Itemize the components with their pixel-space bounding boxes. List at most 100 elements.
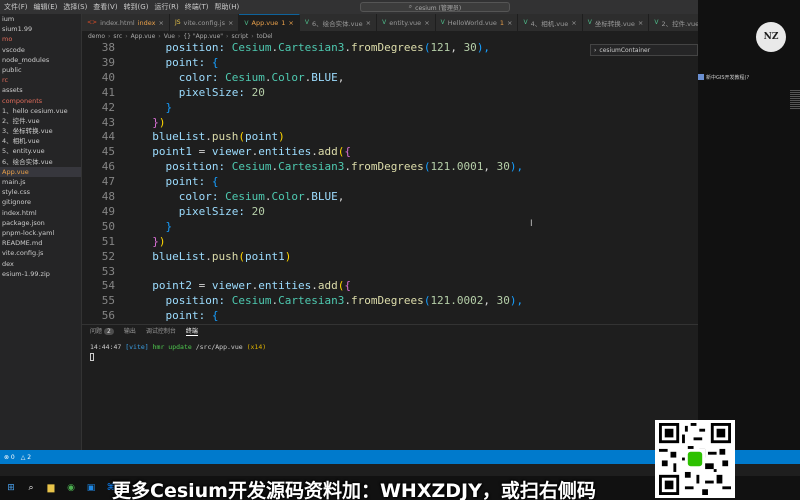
breadcrumb-item[interactable]: src: [113, 33, 122, 40]
tab[interactable]: V HelloWorld.vue 1 ×: [435, 14, 519, 31]
qr-code-image: [659, 423, 731, 495]
explorer-sidebar: ium sium1.99 mo vscode node_modules public rc a…: [0, 14, 82, 450]
close-icon[interactable]: ×: [159, 19, 164, 27]
search-icon[interactable]: ⌕: [24, 481, 38, 495]
close-icon[interactable]: ×: [507, 19, 512, 27]
panel-tab-label: 调试控制台: [145, 328, 176, 335]
close-icon[interactable]: ×: [228, 19, 233, 27]
menu-item[interactable]: 文件(F): [4, 2, 28, 12]
menu-item[interactable]: 帮助(H): [215, 2, 240, 12]
sidebar-item[interactable]: components: [0, 96, 81, 106]
sidebar-item[interactable]: 1、hello cesium.vue: [0, 106, 81, 116]
breadcrumb-item[interactable]: Vue: [164, 33, 175, 40]
command-search[interactable]: ⌕ cesium (管理员): [360, 2, 510, 12]
code-token: Cartesian3: [278, 41, 345, 54]
sidebar-item[interactable]: sium1.99: [0, 24, 81, 34]
code-token: }: [139, 100, 173, 114]
sidebar-item[interactable]: main.js: [0, 177, 81, 187]
code-token: ): [158, 234, 166, 248]
sidebar-item[interactable]: index.html: [0, 208, 81, 218]
sidebar-item[interactable]: 4、相机.vue: [0, 136, 81, 146]
tab[interactable]: V App.vue 1 ×: [239, 14, 300, 31]
sidebar-item[interactable]: README.md: [0, 238, 81, 248]
tab[interactable]: JS vite.config.js ×: [169, 14, 240, 31]
code-line: 51 }): [82, 235, 698, 250]
sidebar-item[interactable]: App.vue: [0, 166, 81, 177]
panel-tab[interactable]: 问题 2: [90, 326, 114, 335]
sidebar-item[interactable]: 2、控件.vue: [0, 116, 81, 126]
menu-item[interactable]: 查看(V): [93, 2, 117, 12]
chevron-right-icon[interactable]: ›: [594, 47, 596, 54]
sidebar-item[interactable]: public: [0, 65, 81, 75]
tab[interactable]: Ventity.vue ×: [377, 14, 436, 31]
tab-label: entity.vue: [389, 18, 422, 27]
code-token: Cesium: [225, 70, 265, 84]
tab[interactable]: V 坐标转换.vue ×: [582, 14, 650, 31]
sidebar-item[interactable]: vscode: [0, 45, 81, 55]
sidebar-item[interactable]: pnpm-lock.yaml: [0, 228, 81, 238]
sidebar-item[interactable]: dex: [0, 259, 81, 269]
sidebar-item[interactable]: node_modules: [0, 55, 81, 65]
terminal[interactable]: 14:44:47 [vite] hmr update /src/App.vue …: [82, 338, 698, 438]
close-icon[interactable]: ×: [571, 19, 576, 27]
close-icon[interactable]: ×: [366, 19, 371, 27]
panel-tab[interactable]: 调试控制台: [146, 326, 176, 335]
panel-tab[interactable]: 终端: [185, 326, 198, 336]
sidebar-item[interactable]: vite.config.js: [0, 248, 81, 258]
code-token: ): [284, 249, 292, 263]
sidebar-item[interactable]: assets: [0, 85, 81, 95]
sidebar-item[interactable]: package.json: [0, 218, 81, 228]
sidebar-item[interactable]: mo: [0, 34, 81, 44]
chrome-icon[interactable]: ◉: [64, 481, 78, 495]
windows-start-icon[interactable]: ⊞: [4, 481, 18, 495]
terminal-path: /src/App.vue: [195, 343, 243, 351]
tab[interactable]: V2、控件.vue×: [649, 14, 698, 31]
breadcrumb-item[interactable]: App.vue: [131, 33, 156, 40]
menu-item[interactable]: 运行(R): [154, 2, 178, 12]
breadcrumb-item[interactable]: demo: [88, 33, 105, 40]
code-token: (: [238, 130, 245, 144]
code-token: color:: [139, 70, 226, 84]
code-editor[interactable]: I 38 position: Cesium.Cartesian3.fromDeg…: [82, 41, 698, 321]
close-icon[interactable]: ×: [288, 19, 293, 27]
folder-icon[interactable]: ▆: [44, 481, 58, 495]
status-item[interactable]: △ 2: [21, 454, 31, 461]
menu-item[interactable]: 编辑(E): [34, 2, 58, 12]
sidebar-item[interactable]: 3、坐标转换.vue: [0, 126, 81, 136]
sidebar-item[interactable]: rc: [0, 75, 81, 85]
terminal-time: 14:44:47: [90, 343, 122, 351]
menu-item[interactable]: 选择(S): [63, 2, 87, 12]
sidebar-item[interactable]: 6、绘合实体.vue: [0, 157, 81, 167]
tab[interactable]: V 4、相机.vue ×: [518, 14, 583, 31]
code-token: ,: [337, 70, 345, 84]
status-item[interactable]: ⊗ 0: [4, 454, 15, 461]
code-text: blueList.push(point1): [139, 250, 291, 265]
app-icon[interactable]: ▣: [84, 481, 98, 495]
panel-tab-label: 终端: [185, 327, 198, 335]
code-line: 44 blueList.push(point): [82, 130, 698, 145]
panel-tab[interactable]: 输出: [124, 326, 136, 335]
find-widget[interactable]: › cesiumContainer: [590, 44, 698, 56]
minimap[interactable]: [790, 90, 800, 140]
close-icon[interactable]: ×: [424, 19, 429, 27]
chat-row: 新中GIS开发教程(?: [698, 72, 768, 82]
sidebar-item[interactable]: esium-1.99.zip: [0, 269, 81, 279]
menu-item[interactable]: 转到(G): [124, 2, 149, 12]
breadcrumb-item[interactable]: toDel: [257, 33, 273, 40]
breadcrumb-item[interactable]: {} "App.vue": [183, 33, 223, 40]
sidebar-item[interactable]: 5、entity.vue: [0, 146, 81, 156]
close-icon[interactable]: ×: [638, 19, 643, 27]
sidebar-item[interactable]: style.css: [0, 187, 81, 197]
tab[interactable]: <> index.html index ×: [82, 14, 170, 31]
code-token: }: [139, 219, 173, 233]
tab[interactable]: V 6、绘合实体.vue ×: [299, 14, 378, 31]
breadcrumb-item[interactable]: script: [231, 33, 248, 40]
tab-label: App.vue: [251, 19, 279, 27]
menu-item[interactable]: 终端(T): [185, 2, 209, 12]
code-token: .: [311, 279, 318, 293]
sidebar-item[interactable]: gitignore: [0, 197, 81, 207]
tab-label: 坐标转换.vue: [594, 19, 635, 28]
sidebar-item[interactable]: ium: [0, 14, 81, 24]
code-token: Cesium: [225, 190, 265, 203]
find-input[interactable]: cesiumContainer: [599, 47, 650, 54]
